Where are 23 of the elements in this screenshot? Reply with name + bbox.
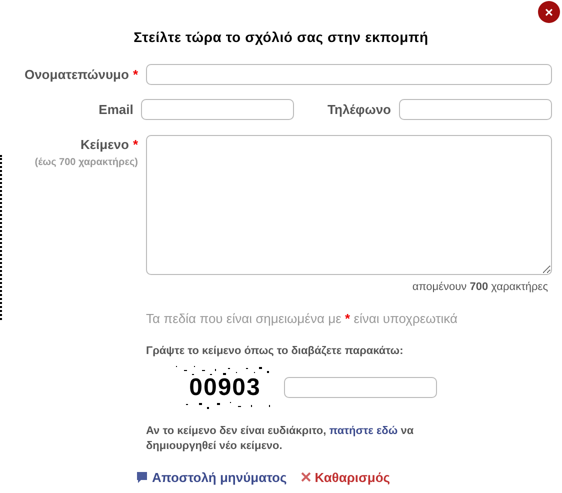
email-field[interactable] — [141, 99, 294, 120]
close-button[interactable]: × — [538, 1, 560, 23]
refresh-note: Αν το κείμενο δεν είναι ευδιάκριτο, πατήστε εδώ να δημιουργηθεί νέο κείμενο. — [146, 424, 415, 454]
field-hint: (έως 700 χαρακτήρες) — [34, 156, 138, 170]
field-label: Τηλέφωνο — [328, 100, 391, 119]
required-mark: * — [132, 66, 138, 84]
message-field[interactable] — [146, 135, 552, 275]
speech-bubble-icon — [136, 470, 148, 484]
clear-button[interactable]: Καθαρισμός — [300, 468, 390, 487]
dialog-title: Στείλτε τώρα το σχόλιό σας στην εκπομπή — [132, 28, 430, 47]
required-fields-note: Τα πεδία που είναι σημειωμένα με * είναι υποχρεωτικά — [146, 310, 459, 328]
close-icon — [300, 472, 311, 482]
field-label: Ονοματεπώνυμο — [24, 66, 129, 84]
field-label: Email — [98, 100, 134, 119]
character-counter: απομένουν 700 χαρακτήρες — [412, 280, 548, 295]
captcha-label: Γράψτε το κείμενο όπως το διαβάζετε παρακάτω: — [146, 344, 404, 359]
phone-field[interactable] — [399, 99, 552, 120]
captcha-field[interactable] — [284, 377, 437, 398]
refresh-link[interactable]: πατήστε εδώ — [329, 424, 398, 436]
name-field[interactable] — [146, 64, 552, 85]
field-label: Κείμενο — [80, 136, 129, 154]
send-button[interactable]: Αποστολή μηνύματος — [136, 468, 287, 487]
required-mark: * — [132, 136, 138, 154]
